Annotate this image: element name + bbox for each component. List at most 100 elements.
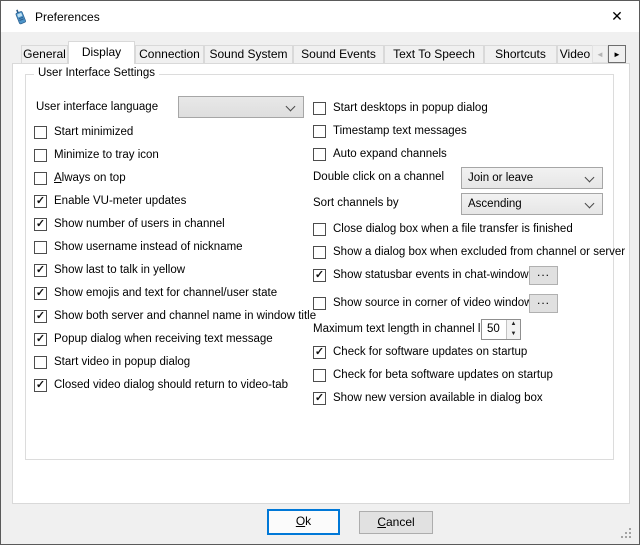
show-statusbar-events-in-chat-window-label: Show statusbar events in chat-window (333, 269, 529, 281)
start-desktops-in-popup-dialog-row[interactable]: Start desktops in popup dialog (313, 100, 488, 116)
enable-vu-meter-updates-row[interactable]: ✓ Enable VU-meter updates (34, 193, 186, 209)
start-video-in-popup-dialog-row[interactable]: Start video in popup dialog (34, 354, 190, 370)
maximum-text-length-in-channel-list-value[interactable]: 50 (487, 323, 500, 335)
spin-down-button[interactable]: ▼ (507, 330, 520, 340)
timestamp-text-messages-row[interactable]: Timestamp text messages (313, 123, 467, 139)
show-both-server-and-channel-name-in-window-title-checkbox[interactable]: ✓ (34, 310, 47, 323)
resize-grip[interactable] (621, 528, 633, 540)
show-username-instead-of-nickname-checkbox[interactable] (34, 241, 47, 254)
tab-sound-system[interactable]: Sound System (204, 45, 293, 63)
tab-video[interactable]: Video (557, 45, 593, 63)
tab-general[interactable]: General (21, 45, 68, 63)
ok-button[interactable]: Ok (267, 509, 340, 535)
closed-video-dialog-should-return-to-video-tab-row[interactable]: ✓ Closed video dialog should return to vi… (34, 377, 288, 393)
show-number-of-users-in-channel-label: Show number of users in channel (54, 218, 225, 230)
minimize-to-tray-icon-row[interactable]: Minimize to tray icon (34, 147, 159, 163)
start-desktops-in-popup-dialog-label: Start desktops in popup dialog (333, 102, 488, 114)
start-video-in-popup-dialog-checkbox[interactable] (34, 356, 47, 369)
enable-vu-meter-updates-label: Enable VU-meter updates (54, 195, 186, 207)
popup-dialog-when-receiving-text-message-label: Popup dialog when receiving text message (54, 333, 273, 345)
chevron-down-icon (585, 173, 595, 183)
show-a-dialog-box-when-excluded-from-channel-or-server-checkbox[interactable] (313, 246, 326, 259)
sort-channels-by-label: Sort channels by (313, 197, 399, 209)
show-both-server-and-channel-name-in-window-title-row[interactable]: ✓ Show both server and channel name in wi… (34, 308, 316, 324)
app-icon (12, 8, 29, 25)
spin-up-button[interactable]: ▲ (507, 320, 520, 330)
title-bar[interactable]: Preferences ✕ (1, 1, 639, 32)
show-number-of-users-in-channel-checkbox[interactable]: ✓ (34, 218, 47, 231)
close-dialog-box-when-a-file-transfer-is-finished-checkbox[interactable] (313, 223, 326, 236)
show-emojis-and-text-for-channel-user-state-row[interactable]: ✓ Show emojis and text for channel/user s… (34, 285, 277, 301)
show-new-version-available-in-dialog-box-row[interactable]: ✓ Show new version available in dialog bo… (313, 390, 543, 406)
timestamp-text-messages-label: Timestamp text messages (333, 125, 467, 137)
closed-video-dialog-should-return-to-video-tab-checkbox[interactable]: ✓ (34, 379, 47, 392)
popup-dialog-when-receiving-text-message-row[interactable]: ✓ Popup dialog when receiving text messag… (34, 331, 273, 347)
tab-shortcuts[interactable]: Shortcuts (484, 45, 557, 63)
sort-channels-by-combobox[interactable]: Ascending (461, 193, 603, 215)
start-minimized-label: Start minimized (54, 126, 133, 138)
enable-vu-meter-updates-checkbox[interactable]: ✓ (34, 195, 47, 208)
always-on-top-checkbox[interactable] (34, 172, 47, 185)
show-new-version-available-in-dialog-box-label: Show new version available in dialog box (333, 392, 543, 404)
start-minimized-checkbox[interactable] (34, 126, 47, 139)
show-source-in-corner-of-video-window-checkbox[interactable] (313, 297, 326, 310)
minimize-to-tray-icon-label: Minimize to tray icon (54, 149, 159, 161)
auto-expand-channels-checkbox[interactable] (313, 148, 326, 161)
auto-expand-channels-row[interactable]: Auto expand channels (313, 146, 447, 162)
spin-buttons: ▲▼ (506, 320, 520, 339)
show-both-server-and-channel-name-in-window-title-label: Show both server and channel name in win… (54, 310, 316, 322)
tab-scroll-left-button[interactable]: ◄ (592, 45, 608, 63)
chevron-down-icon (286, 102, 296, 112)
double-click-on-a-channel-combobox[interactable]: Join or leave (461, 167, 603, 189)
close-icon[interactable]: ✕ (604, 6, 630, 27)
show-last-to-talk-in-yellow-checkbox[interactable]: ✓ (34, 264, 47, 277)
tab-connection[interactable]: Connection (135, 45, 204, 63)
timestamp-text-messages-checkbox[interactable] (313, 125, 326, 138)
double-click-on-a-channel-label: Double click on a channel (313, 171, 444, 183)
show-new-version-available-in-dialog-box-checkbox[interactable]: ✓ (313, 392, 326, 405)
show-statusbar-events-in-chat-window-browse-button[interactable]: ... (529, 266, 558, 285)
check-for-beta-software-updates-on-startup-checkbox[interactable] (313, 369, 326, 382)
minimize-to-tray-icon-checkbox[interactable] (34, 149, 47, 162)
check-for-software-updates-on-startup-label: Check for software updates on startup (333, 346, 527, 358)
tab-text-to-speech[interactable]: Text To Speech (384, 45, 484, 63)
window-title: Preferences (35, 10, 100, 24)
start-minimized-row[interactable]: Start minimized (34, 124, 133, 140)
popup-dialog-when-receiving-text-message-checkbox[interactable]: ✓ (34, 333, 47, 346)
show-source-in-corner-of-video-window-row[interactable]: Show source in corner of video window (313, 295, 532, 311)
show-statusbar-events-in-chat-window-row[interactable]: ✓ Show statusbar events in chat-window (313, 267, 529, 283)
show-emojis-and-text-for-channel-user-state-checkbox[interactable]: ✓ (34, 287, 47, 300)
show-last-to-talk-in-yellow-row[interactable]: ✓ Show last to talk in yellow (34, 262, 185, 278)
sort-channels-by-combobox-value: Ascending (468, 198, 522, 210)
chevron-down-icon (585, 199, 595, 209)
tab-scroll-right-button[interactable]: ► (608, 45, 626, 63)
group-title: User Interface Settings (34, 67, 159, 79)
tab-display[interactable]: Display (68, 41, 135, 64)
tab-sound-events[interactable]: Sound Events (293, 45, 384, 63)
cancel-button[interactable]: Cancel (359, 511, 433, 534)
show-a-dialog-box-when-excluded-from-channel-or-server-label: Show a dialog box when excluded from cha… (333, 246, 625, 258)
check-for-software-updates-on-startup-row[interactable]: ✓ Check for software updates on startup (313, 344, 527, 360)
close-dialog-box-when-a-file-transfer-is-finished-label: Close dialog box when a file transfer is… (333, 223, 573, 235)
maximum-text-length-in-channel-list-label: Maximum text length in channel list (313, 323, 492, 335)
start-video-in-popup-dialog-label: Start video in popup dialog (54, 356, 190, 368)
closed-video-dialog-should-return-to-video-tab-label: Closed video dialog should return to vid… (54, 379, 288, 391)
check-for-beta-software-updates-on-startup-row[interactable]: Check for beta software updates on start… (313, 367, 553, 383)
check-for-beta-software-updates-on-startup-label: Check for beta software updates on start… (333, 369, 553, 381)
check-for-software-updates-on-startup-checkbox[interactable]: ✓ (313, 346, 326, 359)
user-interface-language-combobox[interactable] (178, 96, 304, 118)
maximum-text-length-in-channel-list-spinbox[interactable]: 50 ▲▼ (481, 319, 521, 340)
show-number-of-users-in-channel-row[interactable]: ✓ Show number of users in channel (34, 216, 225, 232)
always-on-top-row[interactable]: Always on top (34, 170, 126, 186)
show-statusbar-events-in-chat-window-checkbox[interactable]: ✓ (313, 269, 326, 282)
start-desktops-in-popup-dialog-checkbox[interactable] (313, 102, 326, 115)
show-source-in-corner-of-video-window-label: Show source in corner of video window (333, 297, 532, 309)
show-source-in-corner-of-video-window-browse-button[interactable]: ... (529, 294, 558, 313)
show-username-instead-of-nickname-row[interactable]: Show username instead of nickname (34, 239, 243, 255)
auto-expand-channels-label: Auto expand channels (333, 148, 447, 160)
show-emojis-and-text-for-channel-user-state-label: Show emojis and text for channel/user st… (54, 287, 277, 299)
preferences-dialog: Preferences ✕ ◄ ► User Interface Setting… (0, 0, 640, 545)
show-last-to-talk-in-yellow-label: Show last to talk in yellow (54, 264, 185, 276)
close-dialog-box-when-a-file-transfer-is-finished-row[interactable]: Close dialog box when a file transfer is… (313, 221, 573, 237)
show-a-dialog-box-when-excluded-from-channel-or-server-row[interactable]: Show a dialog box when excluded from cha… (313, 244, 625, 260)
